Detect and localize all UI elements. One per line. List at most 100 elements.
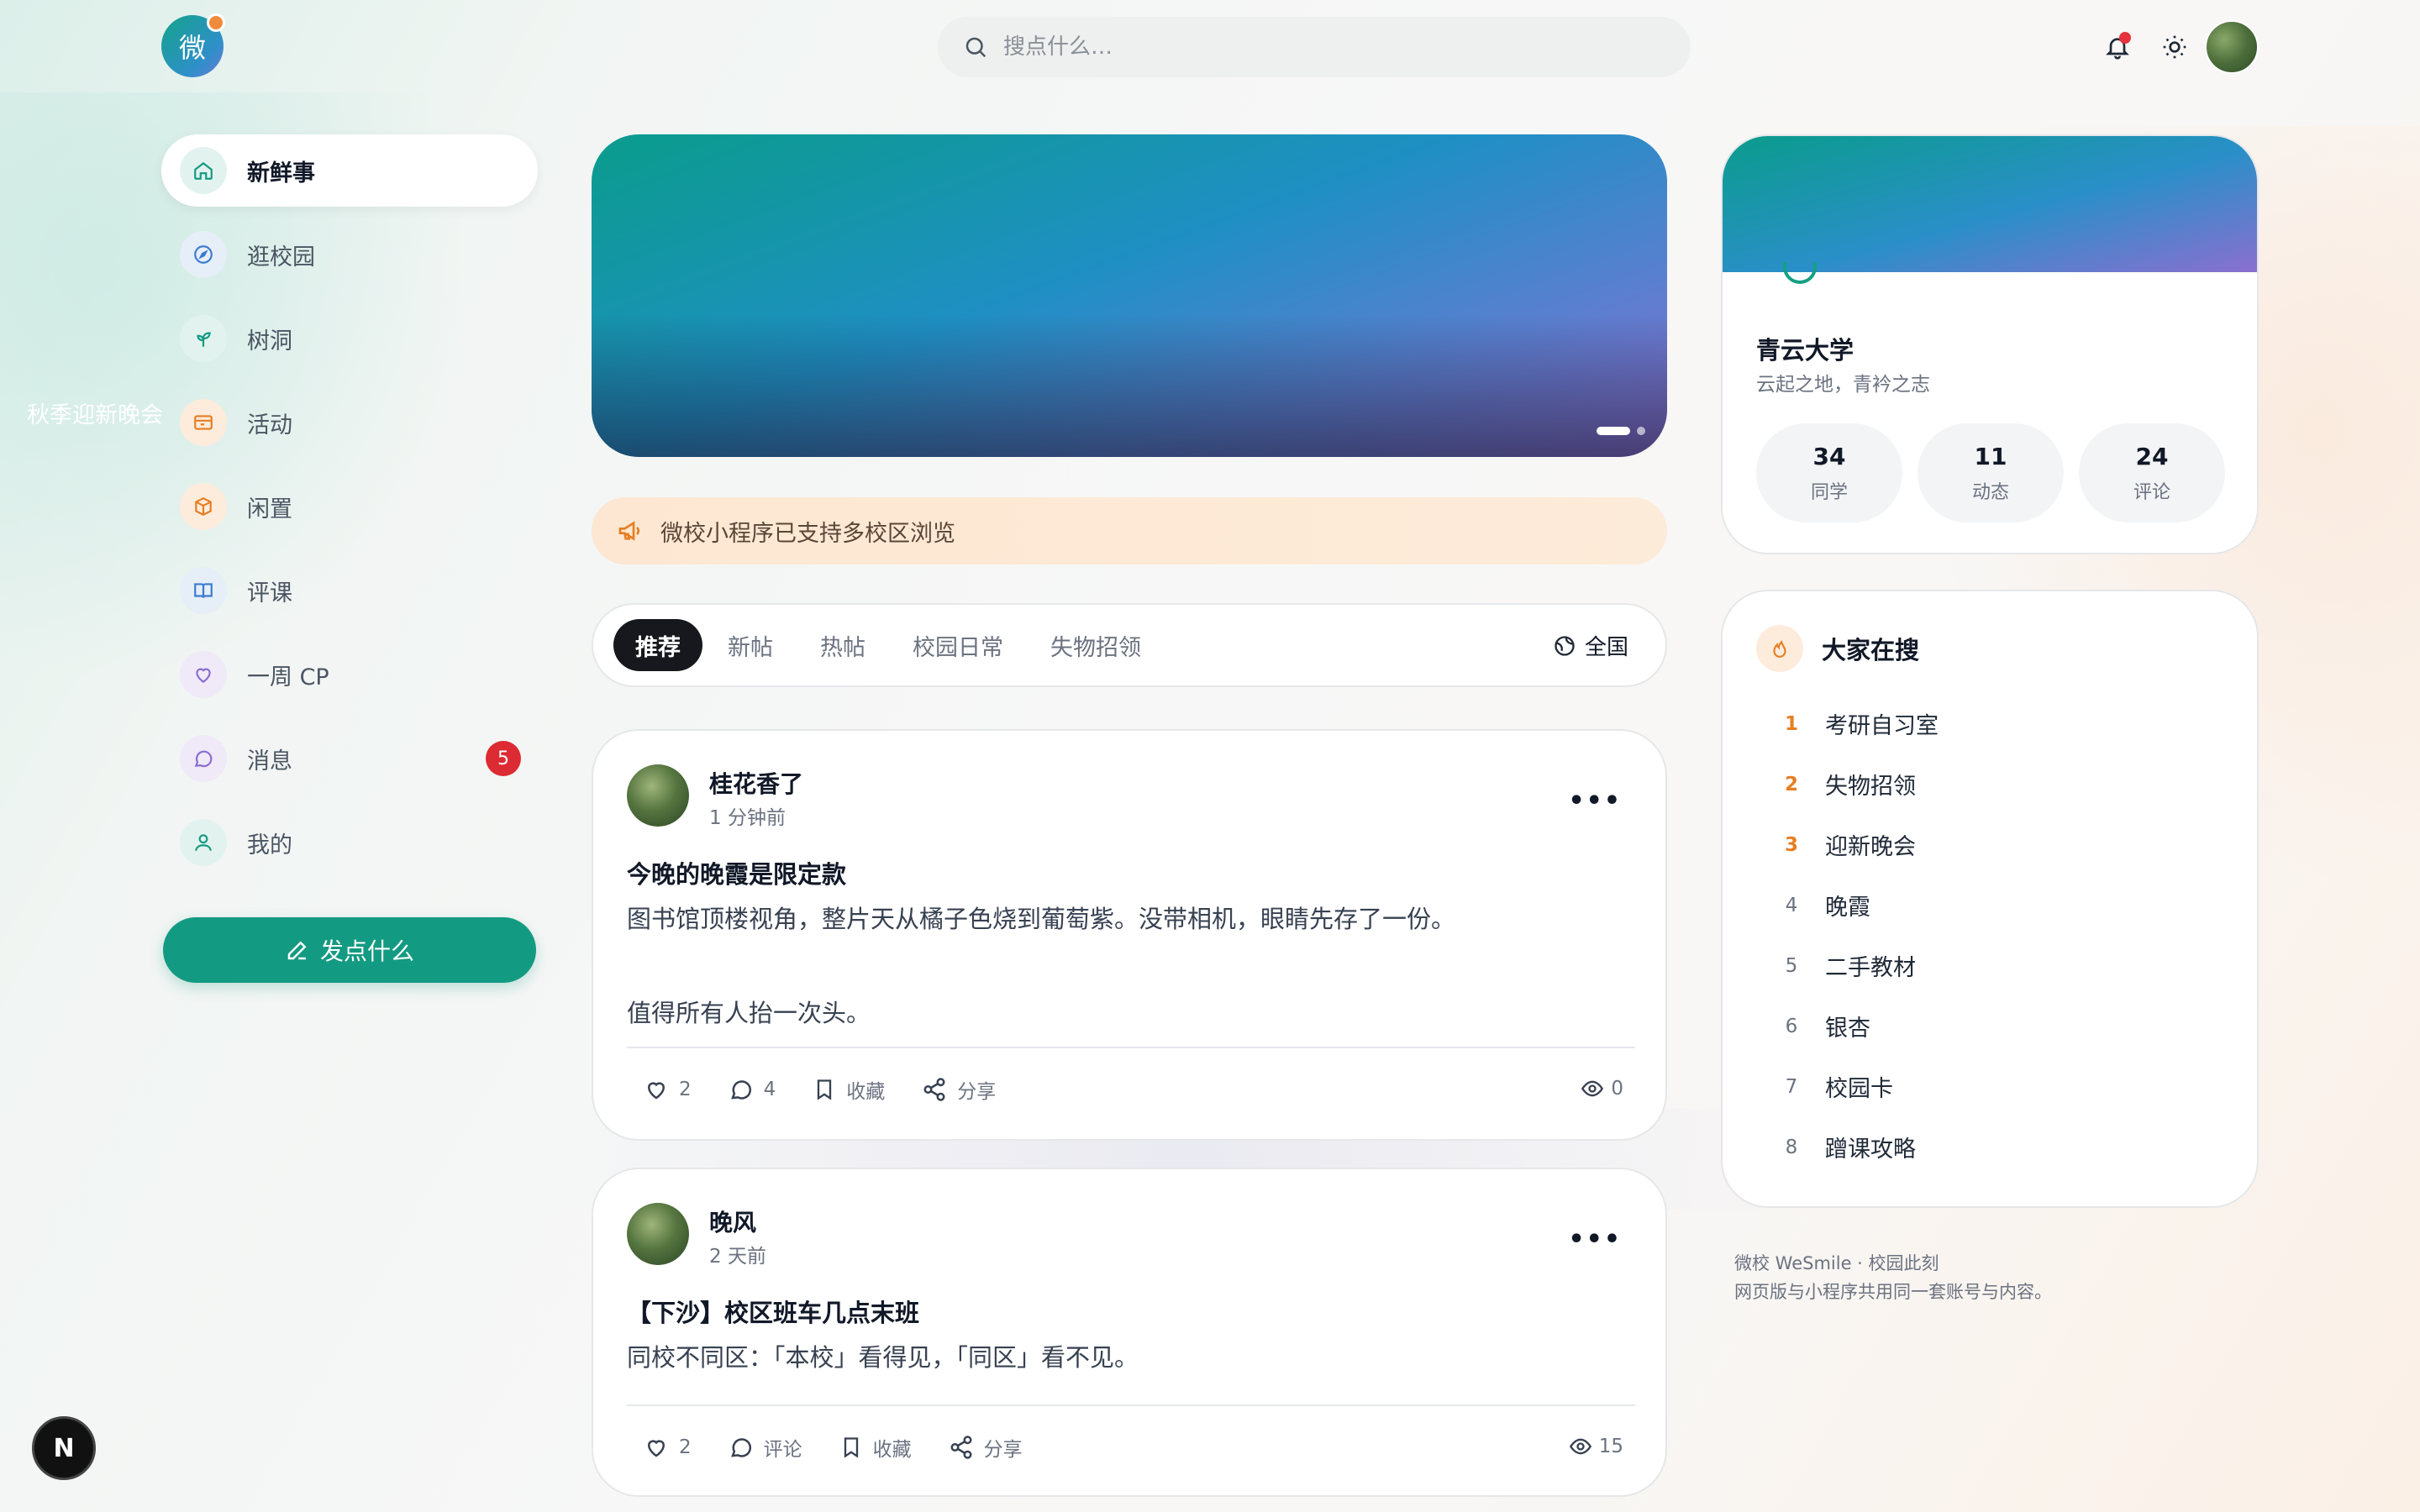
post-author-avatar[interactable] [627, 764, 689, 827]
comment-count: 4 [763, 1079, 776, 1100]
sidebar-item-label: 我的 [247, 832, 292, 858]
create-post-label: 发点什么 [319, 937, 414, 965]
trending-rank: 8 [1785, 1136, 1798, 1158]
post-body-line: 同校不同区：「本校」看得见，「同区」看不见。 [627, 1343, 1139, 1372]
trending-item[interactable]: 8 蹭课攻略 [1776, 1131, 1916, 1163]
user-avatar[interactable] [2205, 20, 2259, 74]
post-actions: 2 评论 收藏 分享 [644, 1433, 1060, 1462]
post-card[interactable]: 晚风 2 天前 ••• 【下沙】校区班车几点末班 同校不同区：「本校」看得见，「… [592, 1168, 1667, 1497]
post-actions: 2 4 收藏 分享 [644, 1075, 1033, 1104]
announcement-bar[interactable]: 微校小程序已支持多校区浏览 [592, 497, 1667, 564]
trending-item[interactable]: 2 失物招领 [1776, 768, 1916, 801]
search-bar[interactable] [938, 17, 1691, 77]
carousel-indicator[interactable] [1597, 427, 1645, 435]
trending-header: 大家在搜 [1756, 625, 1919, 672]
comment-button[interactable]: 4 [729, 1077, 776, 1102]
trending-item[interactable]: 6 银杏 [1776, 1010, 1870, 1042]
footer-brand: 微校 WeSmile · 校园此刻 [1734, 1253, 1939, 1273]
sprout-icon [180, 315, 227, 362]
save-label: 收藏 [846, 1081, 886, 1103]
stat-label: 同学 [1810, 481, 1848, 503]
stat-classmates[interactable]: 34 同学 [1756, 423, 1902, 522]
pencil-icon [287, 941, 307, 960]
post-card[interactable]: 桂花香了 1 分钟前 ••• 今晚的晚霞是限定款 图书馆顶楼视角，整片天从橘子色… [592, 729, 1667, 1141]
trending-rank: 2 [1784, 773, 1798, 795]
share-icon [950, 1436, 972, 1459]
region-selector[interactable]: 全国 [1553, 630, 1628, 661]
trending-item[interactable]: 5 二手教材 [1776, 949, 1916, 982]
stat-label: 评论 [2133, 481, 2170, 503]
comment-button[interactable]: 评论 [729, 1433, 802, 1462]
view-count-value: 15 [1598, 1436, 1623, 1457]
post-author-avatar[interactable] [627, 1203, 689, 1265]
sidebar-item-secondhand[interactable]: 闲置 [161, 470, 538, 543]
like-button[interactable]: 2 [644, 1435, 692, 1460]
tab-recommended[interactable]: 推荐 [613, 619, 702, 671]
eye-icon [1581, 1080, 1604, 1097]
sidebar-item-messages[interactable]: 消息 5 [161, 722, 538, 795]
post-author[interactable]: 桂花香了 [709, 766, 803, 800]
create-post-button[interactable]: 发点什么 [163, 917, 536, 983]
save-label: 收藏 [872, 1439, 912, 1461]
tab-lost-found[interactable]: 失物招领 [1028, 619, 1163, 671]
more-options-button[interactable]: ••• [1568, 1225, 1622, 1254]
tab-campus-daily[interactable]: 校园日常 [891, 619, 1025, 671]
trending-rank: 4 [1785, 894, 1798, 916]
search-input[interactable] [1003, 34, 1642, 60]
trending-text: 校园卡 [1825, 1076, 1893, 1102]
sidebar-item-label: 树洞 [247, 328, 292, 354]
post-body: 图书馆顶楼视角，整片天从橘子色烧到葡萄紫。没带相机，眼睛先存了一份。 值得所有人… [627, 895, 1618, 1037]
bookmark-icon [818, 1079, 832, 1100]
sun-icon [2163, 35, 2186, 59]
stat-posts[interactable]: 11 动态 [1918, 423, 2064, 522]
home-icon [180, 147, 227, 194]
post-author[interactable]: 晚风 [709, 1205, 756, 1238]
sidebar-item-treehole[interactable]: 树洞 [161, 302, 538, 375]
ticket-icon [180, 399, 227, 446]
like-count: 2 [679, 1079, 692, 1100]
tab-hot[interactable]: 热帖 [798, 619, 887, 671]
carousel-dot[interactable] [1637, 427, 1645, 435]
trending-item[interactable]: 7 校园卡 [1776, 1070, 1893, 1103]
carousel-dot-active[interactable] [1597, 427, 1630, 435]
like-button[interactable]: 2 [644, 1077, 692, 1102]
notifications-button[interactable] [2099, 29, 2136, 66]
sidebar-item-course-review[interactable]: 评课 [161, 554, 538, 627]
school-logo-icon [1783, 262, 1817, 284]
sidebar-item-label: 评课 [247, 580, 292, 606]
more-options-button[interactable]: ••• [1568, 786, 1622, 816]
share-button[interactable]: 分享 [949, 1433, 1023, 1462]
save-button[interactable]: 收藏 [813, 1075, 885, 1104]
theme-toggle-button[interactable] [2156, 29, 2193, 66]
trending-item[interactable]: 3 迎新晚会 [1776, 828, 1916, 861]
sidebar-item-weekly-cp[interactable]: 一周 CP [161, 638, 538, 711]
sidebar-item-campus[interactable]: 逛校园 [161, 218, 538, 291]
tab-new[interactable]: 新帖 [706, 619, 795, 671]
share-icon [923, 1078, 945, 1101]
stat-comments[interactable]: 24 评论 [2079, 423, 2225, 522]
sidebar-item-news[interactable]: 新鲜事 [161, 134, 538, 207]
trending-item[interactable]: 4 晚霞 [1776, 889, 1870, 921]
carousel-banner[interactable] [592, 134, 1667, 457]
school-card[interactable]: 青云大学 云起之地，青衿之志 34 同学 11 动态 24 评论 [1721, 134, 2259, 554]
unread-badge: 5 [486, 741, 521, 776]
save-button[interactable]: 收藏 [839, 1433, 912, 1462]
sidebar-item-label: 逛校园 [247, 244, 315, 270]
post-time: 1 分钟前 [709, 807, 786, 829]
app-logo[interactable]: 微 [161, 13, 225, 77]
share-label: 分享 [957, 1081, 997, 1103]
trending-text: 考研自习室 [1825, 713, 1939, 739]
share-label: 分享 [983, 1439, 1023, 1461]
trending-rank: 7 [1785, 1075, 1798, 1098]
view-count: 0 [1581, 1077, 1623, 1100]
megaphone-icon [618, 521, 640, 541]
comment-label: 评论 [763, 1439, 802, 1461]
sidebar-item-me[interactable]: 我的 [161, 806, 538, 879]
sidebar-item-events[interactable]: 活动 [161, 386, 538, 459]
share-button[interactable]: 分享 [922, 1075, 996, 1104]
heart-icon [647, 1082, 666, 1100]
school-cover [1723, 136, 2257, 272]
dev-tools-button[interactable]: N [32, 1416, 96, 1480]
post-divider [627, 1404, 1635, 1406]
trending-item[interactable]: 1 考研自习室 [1776, 707, 1939, 740]
